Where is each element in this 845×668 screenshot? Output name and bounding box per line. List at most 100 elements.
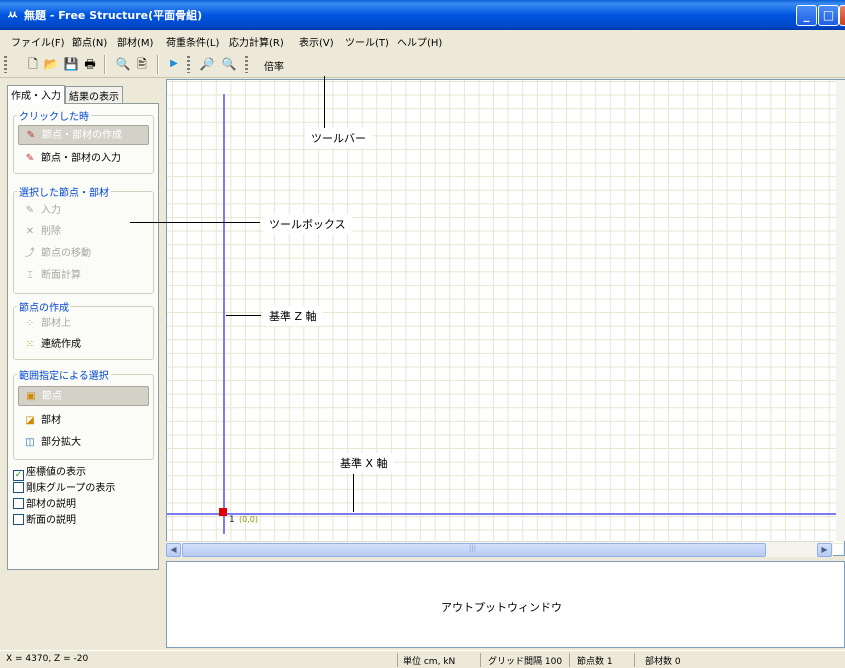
checkbox-box[interactable] <box>13 498 24 509</box>
save-icon[interactable]: 💾 <box>62 55 80 73</box>
checkbox-member-desc[interactable]: 部材の説明 <box>13 498 76 512</box>
preview-icon[interactable]: 🔍 <box>114 55 132 73</box>
input-node-member-button[interactable]: ✎ 節点・部材の入力 <box>18 149 149 169</box>
create-node-member-button[interactable]: ✎ 節点・部材の作成 <box>18 125 149 145</box>
group-title: 範囲指定による選択 <box>17 367 111 382</box>
menu-node[interactable]: 節点(N) <box>72 34 107 49</box>
delete-icon: ✕ <box>25 226 35 237</box>
status-bar: X = 4370, Z = -20 単位 cm, kN グリッド間隔 100 節… <box>0 650 845 668</box>
page-setup-icon[interactable]: 🖹 <box>133 55 151 73</box>
zoom-out-icon[interactable]: 🔍 <box>220 55 238 73</box>
checkbox-show-coords[interactable]: ✓ 座標値の表示 <box>13 466 86 481</box>
output-label: アウトプットウィンドウ <box>441 601 562 614</box>
input-button[interactable]: ✎ 入力 <box>18 201 149 221</box>
checkbox-rigid-floor[interactable]: 剛床グループの表示 <box>13 482 115 496</box>
open-folder-icon[interactable]: 📂 <box>42 55 60 73</box>
move-node-button[interactable]: ⤴ 節点の移動 <box>18 244 149 264</box>
toolbar-grip[interactable] <box>187 56 190 73</box>
group-title: 選択した節点・部材 <box>17 184 111 199</box>
scroll-left-button[interactable]: ◀ <box>166 543 181 557</box>
toolbox-panel: 作成・入力 結果の表示 クリックした時 ✎ 節点・部材の作成 ✎ 節点・部材の入力 … <box>0 79 165 571</box>
toolbar-separator <box>104 55 106 74</box>
node-coordinate: (0,0) <box>239 515 258 524</box>
group-on-click: クリックした時 ✎ 節点・部材の作成 ✎ 節点・部材の入力 <box>13 108 154 174</box>
section-calc-button[interactable]: ⌶ 断面計算 <box>18 266 149 286</box>
zoom-region-button[interactable]: ◫ 部分拡大 <box>18 433 149 453</box>
menu-tools[interactable]: ツール(T) <box>345 34 389 49</box>
menu-load[interactable]: 荷重条件(L) <box>166 34 219 49</box>
app-window: ㅆ 無題 - Free Structure(平面骨組) _ □ X ファイル(F… <box>0 0 845 668</box>
minimize-button[interactable]: _ <box>796 5 817 26</box>
status-unit: 単位 cm, kN <box>403 657 456 667</box>
checkbox-box[interactable] <box>13 482 24 493</box>
group-node-create: 節点の作成 ⁘ 部材上 ⁙ 連続作成 <box>13 299 154 360</box>
checkbox-box[interactable] <box>13 514 24 525</box>
status-nodes: 節点数 1 <box>577 657 613 667</box>
continuous-create-icon: ⁙ <box>25 339 35 350</box>
zoom-in-icon[interactable]: 🔎 <box>198 55 216 73</box>
select-node-button[interactable]: ▣ 節点 <box>18 386 149 406</box>
menu-help[interactable]: ヘルプ(H) <box>397 34 442 49</box>
print-icon[interactable]: 🖶 <box>81 55 99 73</box>
x-axis-callout: 基準 X 軸 <box>334 453 394 473</box>
node-number: 1 <box>229 515 235 525</box>
new-file-icon[interactable]: 🗋 <box>24 55 42 73</box>
tab-input[interactable]: 作成・入力 <box>7 85 65 104</box>
toolbar-callout: ツールバー <box>305 128 372 148</box>
edit-icon: ✎ <box>25 205 35 216</box>
menu-view[interactable]: 表示(V) <box>299 34 334 49</box>
output-window[interactable]: アウトプットウィンドウ <box>166 561 845 648</box>
app-icon: ㅆ <box>7 8 19 22</box>
pencil-node-icon: ✎ <box>25 153 35 164</box>
toolbox-callout-line <box>130 222 260 223</box>
pencil-node-icon: ✎ <box>26 130 36 141</box>
maximize-button[interactable]: □ <box>818 5 839 26</box>
group-title: 節点の作成 <box>17 299 71 314</box>
zoom-region-icon: ◫ <box>25 437 35 448</box>
group-range-select: 範囲指定による選択 ▣ 節点 ◪ 部材 ◫ 部分拡大 <box>13 367 154 460</box>
select-member-icon: ◪ <box>25 415 35 426</box>
tab-results[interactable]: 結果の表示 <box>65 86 123 103</box>
scroll-thumb[interactable]: ||| <box>182 543 766 557</box>
status-divider <box>480 653 481 667</box>
vertical-scrollbar[interactable] <box>836 80 845 541</box>
x-axis-line <box>167 513 844 515</box>
window-title: 無題 - Free Structure(平面骨組) <box>24 9 203 22</box>
menu-file[interactable]: ファイル(F) <box>11 34 65 49</box>
menu-bar: ファイル(F) 節点(N) 部材(M) 荷重条件(L) 応力計算(R) 表示(V… <box>0 30 845 51</box>
section-icon: ⌶ <box>27 270 33 281</box>
toolbar-grip[interactable] <box>4 56 7 73</box>
toolbar: 🗋 📂 💾 🖶 🔍 🖹 ▶ 🔎 🔍 <box>0 51 845 78</box>
title-bar[interactable]: ㅆ 無題 - Free Structure(平面骨組) _ □ X <box>0 0 845 30</box>
horizontal-scrollbar[interactable]: ◀ ||| ▶ <box>166 541 833 557</box>
select-node-icon: ▣ <box>26 391 36 402</box>
tab-body: クリックした時 ✎ 節点・部材の作成 ✎ 節点・部材の入力 選択した節点・部材 ✎ 入… <box>7 103 159 570</box>
close-button[interactable]: X <box>839 5 845 26</box>
toolbar-separator <box>157 55 159 74</box>
continuous-create-button[interactable]: ⁙ 連続作成 <box>18 335 149 355</box>
delete-button[interactable]: ✕ 削除 <box>18 222 149 242</box>
origin-node[interactable] <box>219 508 227 516</box>
status-divider <box>569 653 570 667</box>
status-divider <box>397 653 398 667</box>
zoom-label[interactable]: 倍率 <box>264 58 284 73</box>
toolbox-callout: ツールボックス <box>263 214 352 234</box>
menu-calc[interactable]: 応力計算(R) <box>229 34 284 49</box>
node-on-member-button[interactable]: ⁘ 部材上 <box>18 314 149 334</box>
status-grid: グリッド間隔 100 <box>488 657 563 667</box>
z-axis-line <box>223 94 225 534</box>
menu-member[interactable]: 部材(M) <box>117 34 153 49</box>
select-member-button[interactable]: ◪ 部材 <box>18 411 149 431</box>
run-icon[interactable]: ▶ <box>165 55 183 73</box>
checkbox-section-desc[interactable]: 断面の説明 <box>13 514 76 528</box>
group-title: クリックした時 <box>17 108 91 123</box>
scroll-right-button[interactable]: ▶ <box>817 543 832 557</box>
z-axis-callout-line <box>226 315 261 316</box>
toolbar-grip[interactable] <box>245 56 248 73</box>
status-members: 部材数 0 <box>645 657 681 667</box>
toolbar-callout-line <box>324 76 325 128</box>
x-axis-callout-line <box>353 474 354 512</box>
status-coords: X = 4370, Z = -20 <box>6 654 89 664</box>
checkbox-box[interactable]: ✓ <box>13 470 24 481</box>
move-icon: ⤴ <box>25 248 35 259</box>
